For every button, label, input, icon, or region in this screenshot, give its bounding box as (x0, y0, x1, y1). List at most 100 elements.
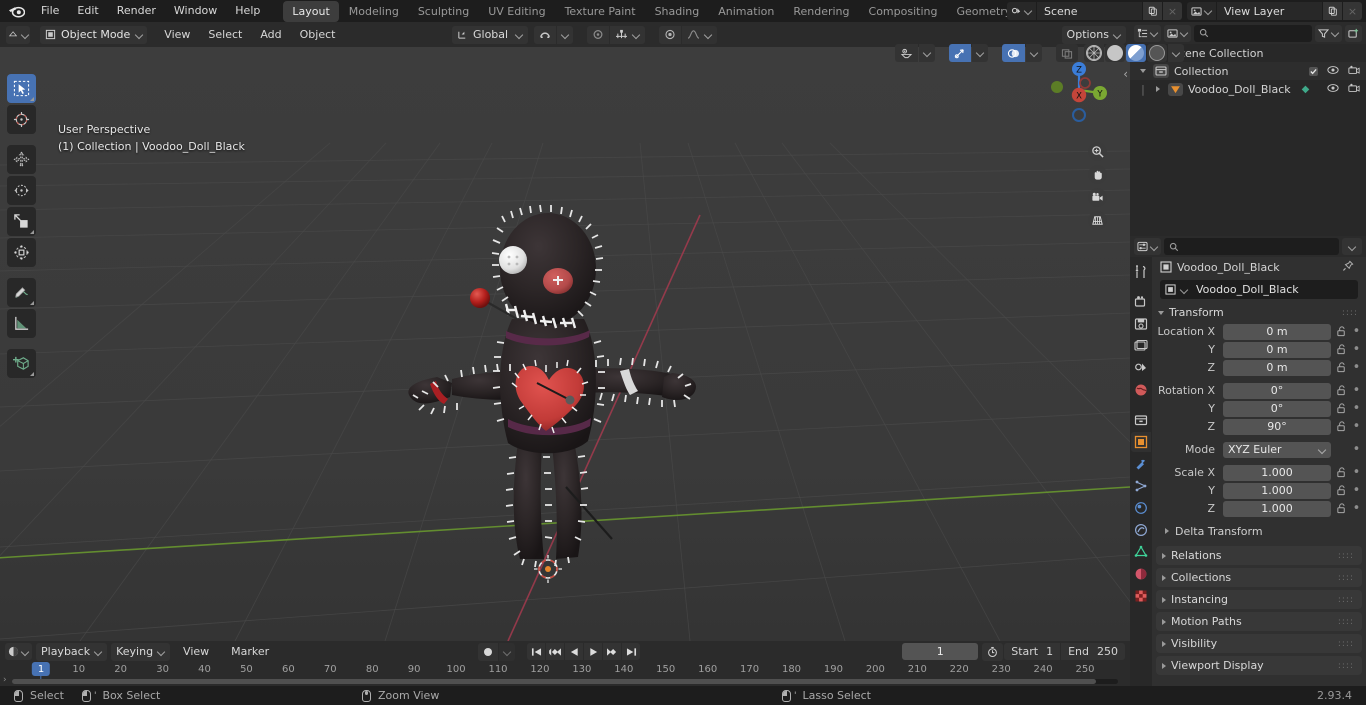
lock-icon[interactable] (1335, 467, 1347, 478)
outliner-row-voodoo-doll[interactable]: | Voodoo_Doll_Black ◆ (1130, 80, 1366, 98)
tab-shading[interactable]: Shading (646, 1, 709, 22)
scale-x-field[interactable]: 1.000 (1223, 464, 1331, 481)
location-y-field[interactable]: 0 m (1223, 341, 1331, 358)
new-view-layer-button[interactable] (1322, 2, 1342, 20)
timeline-playhead[interactable]: 1 (31, 662, 51, 676)
tab-rendering[interactable]: Rendering (784, 1, 858, 22)
viewport-menu-select[interactable]: Select (199, 25, 251, 45)
wireframe-shading-button[interactable] (1084, 44, 1104, 62)
expand-triangle-icon[interactable] (1153, 86, 1163, 92)
remove-view-layer-button[interactable]: × (1342, 2, 1362, 20)
keying-menu[interactable]: Keying (111, 642, 171, 661)
navigation-gizmo[interactable]: Z Y X (1044, 55, 1114, 125)
object-tab[interactable] (1131, 432, 1151, 452)
object-mode-selector[interactable]: Object Mode (40, 25, 148, 44)
falloff-type-button[interactable] (682, 25, 717, 44)
object-data-tab[interactable] (1131, 542, 1151, 562)
menu-edit[interactable]: Edit (68, 1, 107, 21)
snap-options-button[interactable] (557, 25, 573, 44)
lock-icon[interactable] (1335, 485, 1347, 496)
object-name-field[interactable]: Voodoo_Doll_Black (1160, 280, 1358, 299)
animate-property-dot[interactable]: • (1351, 466, 1362, 479)
solid-shading-button[interactable] (1105, 44, 1125, 62)
material-preview-button[interactable] (1126, 44, 1146, 62)
measure-tool[interactable] (7, 309, 36, 338)
shading-options-button[interactable] (1168, 44, 1184, 62)
lock-icon[interactable] (1335, 362, 1347, 373)
timeline-scrollbar[interactable] (12, 679, 1118, 684)
move-tool[interactable] (7, 145, 36, 174)
timeline-menu-view[interactable]: View (174, 642, 218, 662)
camera-view-button[interactable] (1088, 188, 1107, 207)
tool-tab[interactable] (1131, 262, 1151, 282)
menu-file[interactable]: File (32, 1, 68, 21)
tab-sculpting[interactable]: Sculpting (409, 1, 478, 22)
viewport-menu-view[interactable]: View (155, 25, 199, 45)
start-frame-field[interactable]: Start 1 (1004, 643, 1061, 660)
proportional-edit-toggle[interactable] (587, 25, 609, 44)
annotate-tool[interactable] (7, 278, 36, 307)
disable-in-render-icon[interactable] (1348, 65, 1360, 78)
new-collection-button[interactable] (1345, 24, 1362, 42)
rotation-x-field[interactable]: 0° (1223, 382, 1331, 399)
scale-y-field[interactable]: 1.000 (1223, 482, 1331, 499)
relations-panel[interactable]: Relations :::: (1156, 546, 1362, 565)
tab-modeling[interactable]: Modeling (340, 1, 408, 22)
rotation-z-field[interactable]: 90° (1223, 418, 1331, 435)
animate-property-dot[interactable]: • (1351, 402, 1362, 415)
remove-scene-button[interactable]: × (1162, 2, 1182, 20)
collections-panel[interactable]: Collections :::: (1156, 568, 1362, 587)
transform-panel-header[interactable]: Transform :::: (1152, 303, 1366, 322)
scene-name[interactable]: Scene (1037, 2, 1142, 20)
auto-keying-options[interactable] (499, 642, 515, 661)
timeline-expand-arrow[interactable]: › (3, 675, 7, 685)
properties-search-input[interactable] (1164, 238, 1339, 255)
playback-menu[interactable]: Playback (36, 642, 108, 661)
timeline-scrollbar-thumb[interactable] (12, 679, 1096, 684)
animate-property-dot[interactable]: • (1351, 361, 1362, 374)
scene-icon[interactable] (1007, 2, 1037, 20)
play-reverse-button[interactable] (565, 643, 583, 660)
chevron-down-icon[interactable] (1180, 286, 1188, 294)
location-x-field[interactable]: 0 m (1223, 323, 1331, 340)
physics-tab[interactable] (1131, 498, 1151, 518)
animate-property-dot[interactable]: • (1351, 484, 1362, 497)
rotate-tool[interactable] (7, 176, 36, 205)
animate-property-dot[interactable]: • (1351, 443, 1362, 456)
world-tab[interactable] (1131, 380, 1151, 400)
play-button[interactable] (584, 643, 602, 660)
tab-animation[interactable]: Animation (709, 1, 783, 22)
properties-editor-type-button[interactable] (1134, 238, 1161, 255)
texture-tab[interactable] (1131, 586, 1151, 606)
lock-icon[interactable] (1335, 385, 1347, 396)
tab-compositing[interactable]: Compositing (860, 1, 947, 22)
disable-in-render-icon[interactable] (1348, 83, 1360, 96)
location-z-field[interactable]: 0 m (1223, 359, 1331, 376)
menu-help[interactable]: Help (226, 1, 269, 21)
constraint-tab[interactable] (1131, 520, 1151, 540)
lock-icon[interactable] (1335, 326, 1347, 337)
object-types-visibility-button[interactable] (895, 44, 918, 62)
expand-triangle-icon[interactable] (1138, 69, 1148, 73)
animate-property-dot[interactable]: • (1351, 325, 1362, 338)
jump-to-end-button[interactable] (622, 643, 640, 660)
animate-property-dot[interactable]: • (1351, 420, 1362, 433)
delta-transform-subpanel[interactable]: Delta Transform (1152, 522, 1366, 540)
visibility-panel[interactable]: Visibility :::: (1156, 634, 1362, 653)
jump-to-prev-keyframe-button[interactable] (546, 643, 564, 660)
render-tab[interactable] (1131, 292, 1151, 312)
output-tab[interactable] (1131, 314, 1151, 334)
pin-icon[interactable] (1342, 260, 1354, 275)
show-gizmo-toggle[interactable] (949, 44, 971, 62)
new-scene-button[interactable] (1142, 2, 1162, 20)
collection-tab[interactable] (1131, 410, 1151, 430)
auto-keying-toggle[interactable] (478, 642, 498, 661)
outliner-editor-type-button[interactable] (1134, 24, 1161, 42)
animate-property-dot[interactable]: • (1351, 502, 1362, 515)
scale-z-field[interactable]: 1.000 (1223, 500, 1331, 517)
rotation-y-field[interactable]: 0° (1223, 400, 1331, 417)
editor-type-selector[interactable] (6, 25, 30, 44)
sidebar-collapse-arrow[interactable]: ‹ (1123, 67, 1128, 81)
outliner-row-collection[interactable]: Collection (1130, 62, 1366, 80)
proportional-editing-button[interactable] (659, 25, 681, 44)
